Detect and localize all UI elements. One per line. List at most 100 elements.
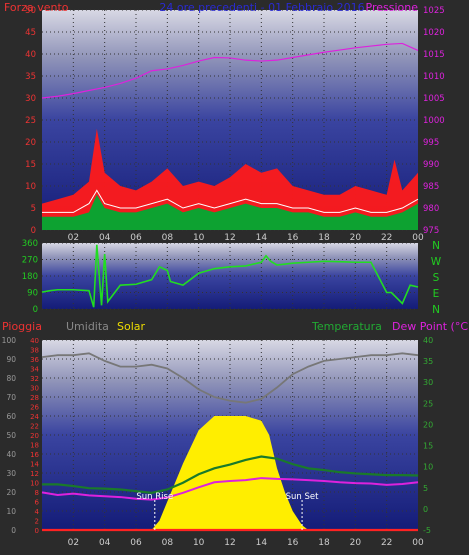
sun-rise-label: Sun Rise <box>136 492 173 502</box>
rain-axis-title: Pioggia <box>2 320 42 333</box>
pressure-axis-tick: 1005 <box>423 94 445 104</box>
rain-axis-tick: 24 <box>30 413 39 421</box>
sun-set-label: Sun Set <box>286 492 319 502</box>
dewpoint-axis-title: Dew Point (°C) <box>392 320 469 333</box>
rain-axis-tick: 16 <box>30 451 39 459</box>
compass-label: W <box>431 256 442 268</box>
humidity-axis-tick: 0 <box>11 526 16 535</box>
temperature-axis-tick: 40 <box>423 336 433 345</box>
direction-axis-tick: 360 <box>22 239 38 249</box>
temperature-axis-tick: 20 <box>423 420 433 429</box>
rain-axis-tick: 36 <box>30 356 39 364</box>
time-axis-tick: 18 <box>318 233 330 243</box>
humidity-axis-tick: 10 <box>6 507 16 516</box>
wind-axis-title: Forza vento <box>4 1 69 14</box>
temperature-axis-title: Temperatura <box>311 320 382 333</box>
rain-axis-tick: 10 <box>30 480 39 488</box>
rain-axis-tick: 14 <box>30 461 39 469</box>
time-axis-tick: 08 <box>162 233 174 243</box>
wind-axis-tick: 0 <box>31 226 36 236</box>
wind-axis-tick: 45 <box>25 28 36 38</box>
humidity-axis-tick: 80 <box>6 374 16 383</box>
time-axis-tick: 08 <box>162 538 174 548</box>
pressure-axis-tick: 975 <box>423 226 439 236</box>
rain-axis-tick: 22 <box>30 423 39 431</box>
direction-axis-tick: 180 <box>22 272 38 282</box>
rain-axis-tick: 38 <box>30 347 39 355</box>
rain-axis-tick: 20 <box>30 432 39 440</box>
rain-axis-tick: 32 <box>30 375 39 383</box>
direction-axis-tick: 0 <box>33 305 38 315</box>
time-axis-tick: 04 <box>99 538 111 548</box>
time-axis-tick: 12 <box>224 233 235 243</box>
pressure-axis-tick: 985 <box>423 182 439 192</box>
rain-axis-tick: 6 <box>35 499 40 507</box>
solar-axis-title: Solar <box>117 320 146 333</box>
pressure-axis-tick: 995 <box>423 138 439 148</box>
pressure-axis-tick: 1020 <box>423 28 445 38</box>
temperature-axis-tick: 30 <box>423 378 433 387</box>
humidity-axis-tick: 60 <box>6 412 16 421</box>
time-axis-tick: 02 <box>68 233 79 243</box>
compass-label: N <box>432 304 440 316</box>
rain-axis-tick: 18 <box>30 442 39 450</box>
rain-axis-tick: 28 <box>30 394 39 402</box>
time-axis-tick: 14 <box>256 538 268 548</box>
weather-chart: Sun Rise Sun Set 051015202530354045509759… <box>2 1 469 548</box>
rain-axis-tick: 0 <box>35 527 39 535</box>
time-axis-tick: 20 <box>350 538 362 548</box>
pressure-axis-tick: 990 <box>423 160 439 170</box>
rain-axis-tick: 8 <box>35 489 39 497</box>
temperature-axis-tick: 35 <box>423 357 433 366</box>
wind-axis-tick: 15 <box>25 160 36 170</box>
wind-axis-tick: 20 <box>25 138 36 148</box>
time-axis-tick: 22 <box>381 233 392 243</box>
wind-axis-tick: 25 <box>25 116 36 126</box>
rain-axis-tick: 40 <box>30 337 39 345</box>
temperature-axis-tick: 25 <box>423 399 433 408</box>
time-axis-tick: 00 <box>412 233 424 243</box>
pressure-axis-tick: 1010 <box>423 72 445 82</box>
rain-axis-tick: 2 <box>35 518 39 526</box>
humidity-axis-tick: 50 <box>6 431 16 440</box>
pressure-axis-title: Pressione <box>366 1 419 14</box>
rain-axis-tick: 30 <box>30 385 39 393</box>
pressure-axis-tick: 980 <box>423 204 439 214</box>
time-axis-tick: 10 <box>193 233 205 243</box>
time-axis-tick: 00 <box>412 538 424 548</box>
humidity-axis-tick: 90 <box>6 355 16 364</box>
temperature-axis-tick: -5 <box>423 526 431 535</box>
humidity-axis-tick: 70 <box>6 393 16 402</box>
time-axis-tick: 20 <box>350 233 362 243</box>
time-axis-tick: 04 <box>99 233 111 243</box>
time-axis-tick: 06 <box>130 538 142 548</box>
time-axis-tick: 18 <box>318 538 330 548</box>
temperature-axis-tick: 15 <box>423 442 433 451</box>
wind-axis-tick: 35 <box>25 72 36 82</box>
weather-chart-page: Sun Rise Sun Set 0 5 10 15 20 25 30 35 40 45 50 975 9… <box>0 0 469 555</box>
wind-axis-tick: 5 <box>31 204 36 214</box>
wind-axis-tick: 10 <box>25 182 36 192</box>
temperature-axis-tick: 0 <box>423 505 428 514</box>
pressure-axis-tick: 1015 <box>423 50 445 60</box>
humidity-axis-tick: 30 <box>6 469 16 478</box>
rain-axis-tick: 34 <box>30 366 39 374</box>
time-axis-tick: 10 <box>193 538 205 548</box>
time-axis-tick: 16 <box>287 233 299 243</box>
humidity-axis-tick: 100 <box>2 336 17 345</box>
compass-label: N <box>432 240 440 252</box>
time-axis-tick: 22 <box>381 538 392 548</box>
wind-axis-tick: 30 <box>25 94 36 104</box>
direction-axis-tick: 90 <box>27 289 38 299</box>
humidity-axis-tick: 40 <box>6 450 16 459</box>
time-axis-tick: 02 <box>68 538 79 548</box>
time-axis-tick: 16 <box>287 538 299 548</box>
time-axis-tick: 12 <box>224 538 235 548</box>
rain-axis-tick: 26 <box>30 404 39 412</box>
temperature-axis-tick: 10 <box>423 463 433 472</box>
time-axis-tick: 14 <box>256 233 268 243</box>
chart-header-title: 24 ore precedenti - 01 Febbraio 2016 <box>159 1 364 14</box>
humidity-axis-tick: 20 <box>6 488 16 497</box>
time-axis-tick: 06 <box>130 233 142 243</box>
rain-axis-tick: 4 <box>35 508 40 516</box>
